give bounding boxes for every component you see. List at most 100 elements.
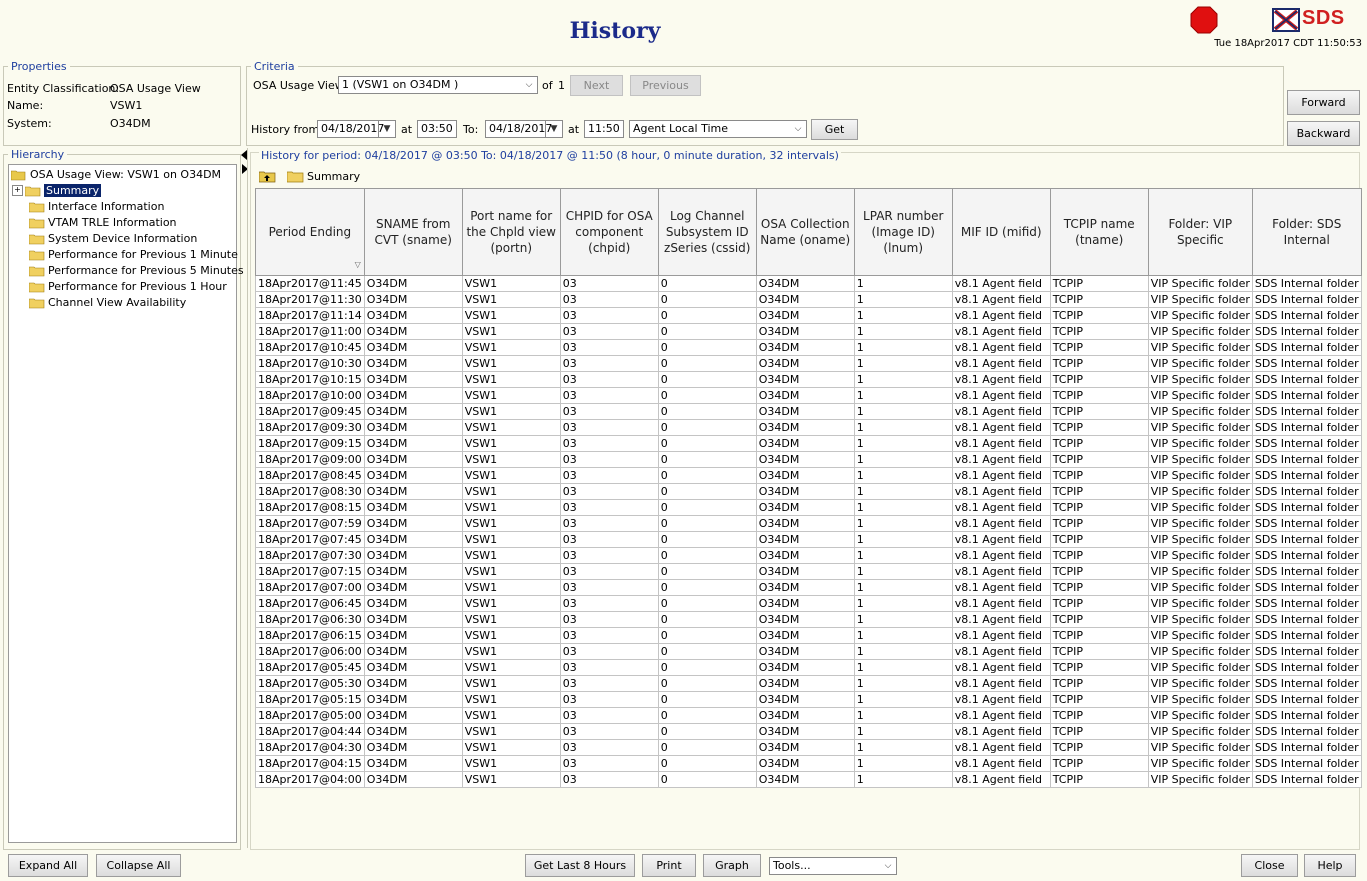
table-row[interactable]: 18Apr2017@04:44 O34DM VSW1 03 0 O34DM 1 v8.1 Ag… — [255, 723, 1362, 740]
table-row[interactable]: 18Apr2017@10:45 O34DM VSW1 03 0 O34DM 1 v8.1 Ag… — [255, 339, 1362, 356]
table-cell: VIP Specific folder — [1147, 771, 1253, 788]
table-row[interactable]: 18Apr2017@07:00 O34DM VSW1 03 0 O34DM 1 v8.1 Ag… — [255, 579, 1362, 596]
stop-icon[interactable] — [1190, 6, 1218, 34]
tools-select[interactable]: Tools... ⌵ — [769, 857, 897, 875]
table-row[interactable]: 18Apr2017@09:00 O34DM VSW1 03 0 O34DM 1 v8.1 Ag… — [255, 451, 1362, 468]
expand-icon[interactable]: + — [12, 185, 23, 196]
table-row[interactable]: 18Apr2017@11:45 O34DM VSW1 03 0 O34DM 1 v8.1 Ag… — [255, 275, 1362, 292]
previous-button[interactable]: Previous — [630, 75, 701, 96]
table-cell: VSW1 — [461, 435, 561, 452]
table-cell: TCPIP — [1049, 515, 1149, 532]
table-row[interactable]: 18Apr2017@04:15 O34DM VSW1 03 0 O34DM 1 v8.1 Ag… — [255, 755, 1362, 772]
from-date-picker[interactable]: 04/18/2017 ▼ — [317, 120, 396, 138]
expand-all-button[interactable]: Expand All — [8, 854, 88, 877]
from-time-input[interactable]: 03:50 — [417, 120, 457, 138]
column-header[interactable]: Folder: VIP Specific — [1147, 188, 1253, 276]
table-row[interactable]: 18Apr2017@10:00 O34DM VSW1 03 0 O34DM 1 v8.1 Ag… — [255, 387, 1362, 404]
table-row[interactable]: 18Apr2017@11:30 O34DM VSW1 03 0 O34DM 1 v8.1 Ag… — [255, 291, 1362, 308]
backward-button[interactable]: Backward — [1287, 121, 1360, 146]
table-cell: v8.1 Agent field — [951, 515, 1051, 532]
table-row[interactable]: 18Apr2017@07:45 O34DM VSW1 03 0 O34DM 1 v8.1 Ag… — [255, 531, 1362, 548]
table-cell: O34DM — [755, 547, 855, 564]
period-ending-cell: 18Apr2017@08:30 — [255, 483, 365, 500]
period-ending-cell: 18Apr2017@10:45 — [255, 339, 365, 356]
criteria-legend: Criteria — [254, 60, 295, 73]
folder-up-icon[interactable] — [259, 170, 276, 183]
table-cell: 0 — [657, 515, 757, 532]
table-row[interactable]: 18Apr2017@08:15 O34DM VSW1 03 0 O34DM 1 v8.1 Ag… — [255, 499, 1362, 516]
table-row[interactable]: 18Apr2017@05:15 O34DM VSW1 03 0 O34DM 1 v8.1 Ag… — [255, 691, 1362, 708]
column-header[interactable]: LPAR number (Image ID) (lnum) — [853, 188, 953, 276]
next-button[interactable]: Next — [570, 75, 623, 96]
table-cell: 0 — [657, 451, 757, 468]
timezone-select[interactable]: Agent Local Time ⌵ — [629, 120, 807, 138]
folder-icon — [29, 298, 45, 308]
table-row[interactable]: 18Apr2017@05:45 O34DM VSW1 03 0 O34DM 1 v8.1 Ag… — [255, 659, 1362, 676]
table-cell: VSW1 — [461, 723, 561, 740]
to-time-input[interactable]: 11:50 — [584, 120, 624, 138]
table-row[interactable]: 18Apr2017@04:00 O34DM VSW1 03 0 O34DM 1 v8.1 Ag… — [255, 771, 1362, 788]
get-button[interactable]: Get — [811, 119, 858, 140]
table-row[interactable]: 18Apr2017@06:00 O34DM VSW1 03 0 O34DM 1 v8.1 Ag… — [255, 643, 1362, 660]
column-header[interactable]: CHPID for OSA component (chpid) — [559, 188, 659, 276]
period-ending-cell: 18Apr2017@09:30 — [255, 419, 365, 436]
column-header[interactable]: Folder: SDS Internal — [1251, 188, 1362, 276]
column-header[interactable]: OSA Collection Name (oname) — [755, 188, 855, 276]
get-last-8-hours-button[interactable]: Get Last 8 Hours — [525, 854, 635, 877]
print-button[interactable]: Print — [642, 854, 696, 877]
view-select[interactable]: 1 (VSW1 on O34DM ) ⌵ — [338, 76, 538, 94]
table-row[interactable]: 18Apr2017@09:30 O34DM VSW1 03 0 O34DM 1 v8.1 Ag… — [255, 419, 1362, 436]
table-row[interactable]: 18Apr2017@04:30 O34DM VSW1 03 0 O34DM 1 v8.1 Ag… — [255, 739, 1362, 756]
table-row[interactable]: 18Apr2017@10:30 O34DM VSW1 03 0 O34DM 1 v8.1 Ag… — [255, 355, 1362, 372]
table-row[interactable]: 18Apr2017@06:45 O34DM VSW1 03 0 O34DM 1 v8.1 Ag… — [255, 595, 1362, 612]
table-row[interactable]: 18Apr2017@06:15 O34DM VSW1 03 0 O34DM 1 v8.1 Ag… — [255, 627, 1362, 644]
close-button[interactable]: Close — [1241, 854, 1298, 877]
table-row[interactable]: 18Apr2017@08:45 O34DM VSW1 03 0 O34DM 1 v8.1 Ag… — [255, 467, 1362, 484]
tree-item-summary[interactable]: + Summary — [12, 183, 102, 198]
table-row[interactable]: 18Apr2017@07:59 O34DM VSW1 03 0 O34DM 1 v8.1 Ag… — [255, 515, 1362, 532]
to-date-picker[interactable]: 04/18/2017 ▼ — [485, 120, 563, 138]
table-cell: v8.1 Agent field — [951, 339, 1051, 356]
table-row[interactable]: 18Apr2017@05:30 O34DM VSW1 03 0 O34DM 1 v8.1 Ag… — [255, 675, 1362, 692]
table-row[interactable]: 18Apr2017@10:15 O34DM VSW1 03 0 O34DM 1 v8.1 Ag… — [255, 371, 1362, 388]
table-row[interactable]: 18Apr2017@07:30 O34DM VSW1 03 0 O34DM 1 v8.1 Ag… — [255, 547, 1362, 564]
tree-item-perf-5min[interactable]: Performance for Previous 5 Minutes — [29, 263, 244, 278]
column-header[interactable]: Period Ending ▽ — [255, 188, 365, 276]
tree-item-perf-1hour[interactable]: Performance for Previous 1 Hour — [29, 279, 227, 294]
table-row[interactable]: 18Apr2017@07:15 O34DM VSW1 03 0 O34DM 1 v8.1 Ag… — [255, 563, 1362, 580]
table-cell: O34DM — [363, 627, 463, 644]
column-header[interactable]: Port name for the Chpld view (portn) — [461, 188, 561, 276]
tree-item-vtam[interactable]: VTAM TRLE Information — [29, 215, 177, 230]
table-cell: SDS Internal folder — [1251, 563, 1362, 580]
table-cell: 03 — [559, 515, 659, 532]
collapse-all-button[interactable]: Collapse All — [96, 854, 181, 877]
column-header[interactable]: Log Channel Subsystem ID zSeries (cssid) — [657, 188, 757, 276]
table-row[interactable]: 18Apr2017@08:30 O34DM VSW1 03 0 O34DM 1 v8.1 Ag… — [255, 483, 1362, 500]
table-row[interactable]: 18Apr2017@09:15 O34DM VSW1 03 0 O34DM 1 v8.1 Ag… — [255, 435, 1362, 452]
table-cell: O34DM — [755, 579, 855, 596]
graph-button[interactable]: Graph — [703, 854, 761, 877]
forward-button[interactable]: Forward — [1287, 90, 1360, 115]
help-button[interactable]: Help — [1304, 854, 1356, 877]
table-row[interactable]: 18Apr2017@09:45 O34DM VSW1 03 0 O34DM 1 v8.1 Ag… — [255, 403, 1362, 420]
table-cell: v8.1 Agent field — [951, 483, 1051, 500]
tree-item-channel-view[interactable]: Channel View Availability — [29, 295, 186, 310]
table-row[interactable]: 18Apr2017@11:14 O34DM VSW1 03 0 O34DM 1 v8.1 Ag… — [255, 307, 1362, 324]
tree-item-label: Summary — [44, 184, 102, 197]
table-cell: 1 — [853, 723, 953, 740]
column-header[interactable]: TCPIP name (tname) — [1049, 188, 1149, 276]
table-row[interactable]: 18Apr2017@05:00 O34DM VSW1 03 0 O34DM 1 v8.1 Ag… — [255, 707, 1362, 724]
table-cell: 0 — [657, 323, 757, 340]
table-row[interactable]: 18Apr2017@06:30 O34DM VSW1 03 0 O34DM 1 v8.1 Ag… — [255, 611, 1362, 628]
table-cell: 1 — [853, 771, 953, 788]
tree-root[interactable]: OSA Usage View: VSW1 on O34DM — [11, 167, 221, 182]
column-header[interactable]: SNAME from CVT (sname) — [363, 188, 463, 276]
tree-item-system-device[interactable]: System Device Information — [29, 231, 197, 246]
table-cell: VSW1 — [461, 307, 561, 324]
tree-item-label: VTAM TRLE Information — [48, 216, 177, 229]
table-row[interactable]: 18Apr2017@11:00 O34DM VSW1 03 0 O34DM 1 v8.1 Ag… — [255, 323, 1362, 340]
column-header[interactable]: MIF ID (mifid) — [951, 188, 1051, 276]
tree-item-perf-1min[interactable]: Performance for Previous 1 Minute — [29, 247, 238, 262]
tree-item-interface[interactable]: Interface Information — [29, 199, 164, 214]
table-cell: O34DM — [755, 707, 855, 724]
